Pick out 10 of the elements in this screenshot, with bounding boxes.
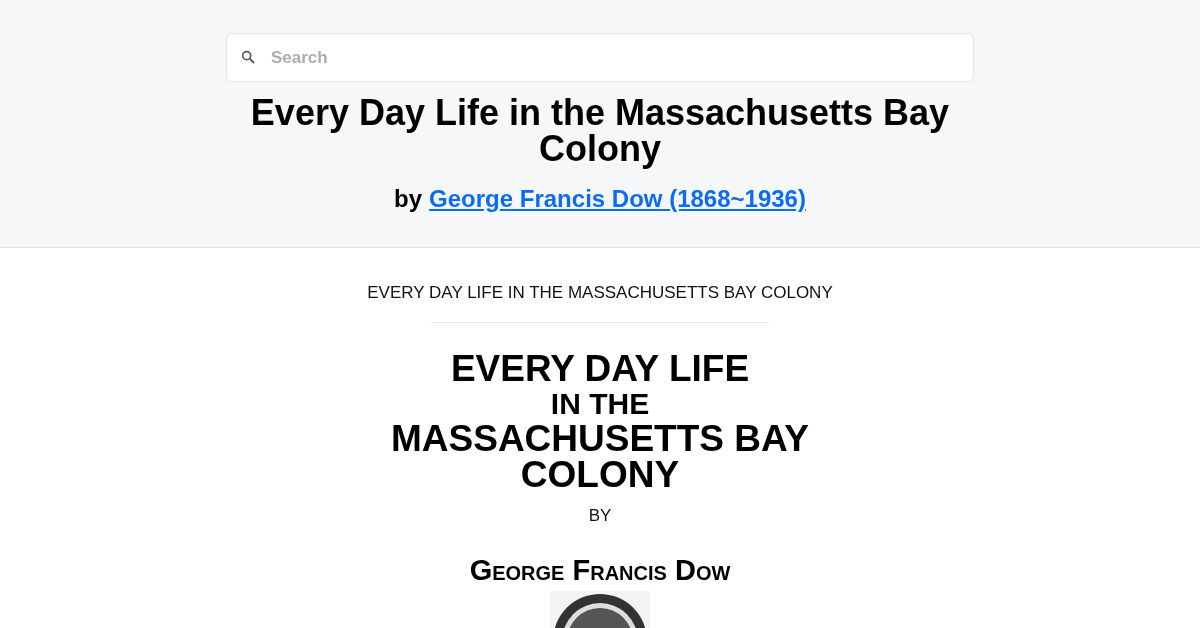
book-title: Every Day Life in the Massachusetts Bay Colony [249, 95, 951, 167]
title-page-heading: MASSACHUSETTS BAY COLONY [390, 421, 810, 493]
author-name: George Francis Dow [469, 554, 731, 587]
running-title: EVERY DAY LIFE IN THE MASSACHUSETTS BAY COLONY [367, 283, 833, 303]
title-page-heading: IN THE [550, 387, 650, 421]
search-field[interactable]: Search [226, 33, 974, 82]
author-link[interactable]: George Francis Dow (1868~1936) [429, 185, 806, 213]
title-page-heading: EVERY DAY LIFE [450, 351, 750, 387]
by-text: BY [588, 506, 612, 526]
byline-prefix: by [394, 185, 423, 213]
